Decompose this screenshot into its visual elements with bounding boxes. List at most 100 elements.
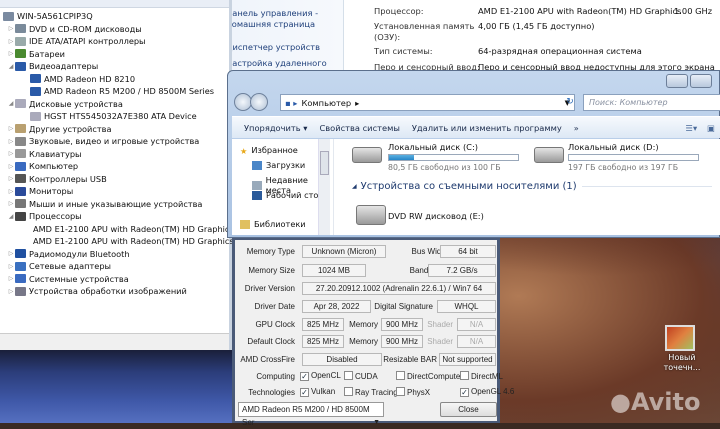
nav-libraries[interactable]: Библиотеки [240, 219, 306, 229]
address-bar[interactable]: ▪ ▸ Компьютер ▸ ▼ [280, 94, 575, 111]
expand-icon[interactable]: ▷ [7, 25, 15, 32]
checkbox-physx[interactable]: PhysX [396, 387, 430, 397]
organize-button[interactable]: Упорядочить ▾ [244, 123, 307, 133]
nav-favorites[interactable]: ★ Избранное [240, 145, 298, 156]
expand-icon[interactable]: ▷ [7, 275, 15, 282]
expand-icon[interactable]: ▷ [7, 263, 15, 270]
tree-node[interactable]: HGST HTS545032A7E380 ATA Device [0, 110, 229, 123]
expand-icon[interactable]: ▷ [7, 50, 15, 57]
checkbox-directcompute[interactable]: DirectCompute [396, 371, 460, 381]
shader-value: N/A [457, 318, 496, 331]
tree-node[interactable]: ▷ Звуковые, видео и игровые устройства [0, 135, 229, 148]
checkbox-box[interactable] [460, 371, 469, 380]
minimize-button[interactable] [666, 74, 688, 88]
checkbox-box[interactable]: ✓ [300, 388, 309, 397]
bitmap-file-icon[interactable] [665, 325, 695, 351]
tree-node[interactable]: AMD E1-2100 APU with Radeon(TM) HD Graph… [0, 223, 234, 236]
expand-icon[interactable]: ▷ [7, 163, 15, 170]
gpu-clock-label: GPU Clock [255, 320, 295, 329]
expand-icon[interactable]: ▷ [7, 188, 15, 195]
drive-usage-bar [388, 154, 519, 161]
tree-node[interactable]: ▷ Клавиатуры [0, 148, 229, 161]
expand-icon[interactable]: ▷ [7, 38, 15, 45]
tree-node[interactable]: ▷ Радиомодули Bluetooth [0, 248, 229, 261]
expand-icon[interactable]: ▷ [7, 250, 15, 257]
expand-icon[interactable]: ▷ [7, 175, 15, 182]
search-input[interactable]: Поиск: Компьютер [583, 94, 720, 111]
expand-icon[interactable]: ▷ [7, 138, 15, 145]
tree-node-label: Видеоадаптеры [29, 61, 99, 72]
tree-node[interactable]: ▷ Контроллеры USB [0, 173, 229, 186]
cpu-label: Процессор: [374, 6, 424, 16]
refresh-button[interactable]: ↻ [561, 94, 579, 111]
expand-icon[interactable]: ▷ [7, 125, 15, 132]
tree-node[interactable]: ▷ IDE ATA/ATAPI контроллеры [0, 35, 229, 48]
tree-node[interactable]: ▷ Другие устройства [0, 123, 229, 136]
nav-scrollbar[interactable] [318, 139, 330, 235]
dvd-drive[interactable]: DVD RW дисковод (E:) [388, 211, 484, 221]
removable-group-header[interactable]: ◢ Устройства со съемными носителями (1) [352, 181, 712, 192]
tree-node[interactable]: ▷ Сетевые адаптеры [0, 260, 229, 273]
drive-c[interactable]: Локальный диск (C:) 80,5 ГБ свободно из … [388, 142, 519, 172]
checkbox-box[interactable]: ✓ [300, 372, 309, 381]
nav-desktop[interactable]: Рабочий стол [252, 190, 324, 200]
more-commands-button[interactable]: » [574, 123, 579, 133]
tree-node[interactable]: ▷ Компьютер [0, 160, 229, 173]
explorer-content: ★ Избранное Загрузки Недавние места Рабоч… [232, 139, 720, 235]
expand-icon[interactable]: ▷ [7, 288, 15, 295]
expand-icon[interactable]: ◢ [7, 100, 15, 107]
tree-node[interactable]: AMD E1-2100 APU with Radeon(TM) HD Graph… [0, 235, 234, 248]
preview-pane-icon[interactable]: ▣ [707, 123, 715, 133]
tree-node[interactable]: ▷ Устройства обработки изображений [0, 285, 229, 298]
default-shader-value: N/A [457, 335, 496, 348]
checkbox-vulkan[interactable]: ✓ Vulkan [300, 387, 335, 397]
device-manager-link[interactable]: Диспетчер устройств [226, 42, 320, 53]
maximize-button[interactable] [690, 74, 712, 88]
expand-icon[interactable]: ▷ [7, 200, 15, 207]
tree-node[interactable]: ◢ Дисковые устройства [0, 98, 229, 111]
tree-node[interactable]: AMD Radeon HD 8210 [0, 73, 229, 86]
remote-settings-link[interactable]: Настройка удаленного [226, 58, 327, 69]
tree-root[interactable]: WIN-5A561CPIP3Q [0, 10, 229, 23]
checkbox-directml[interactable]: DirectML [460, 371, 503, 381]
tree-node-label: AMD E1-2100 APU with Radeon(TM) HD Graph… [33, 223, 234, 234]
drive-d[interactable]: Локальный диск (D:) 197 ГБ свободно из 1… [568, 142, 699, 172]
device-icon [15, 199, 26, 209]
uninstall-program-button[interactable]: Удалить или изменить программу [412, 123, 562, 133]
tree-node-label: Мониторы [29, 186, 74, 197]
device-manager-window: WIN-5A561CPIP3Q ▷ DVD и CD-ROM дисководы ▷… [0, 0, 234, 350]
gpu-select[interactable]: AMD Radeon R5 M200 / HD 8500M Ser ▼ [238, 402, 384, 427]
expand-icon[interactable]: ◢ [7, 213, 15, 220]
tree-node[interactable]: ▷ Мониторы [0, 185, 229, 198]
scrollbar-thumb[interactable] [320, 151, 329, 175]
tree-node[interactable]: ▷ Мыши и иные указывающие устройства [0, 198, 229, 211]
system-properties-button[interactable]: Свойства системы [319, 123, 399, 133]
checkbox-cuda[interactable]: CUDA [344, 371, 378, 381]
recent-places-icon [252, 180, 262, 190]
close-button[interactable]: Close [440, 402, 497, 417]
tree-node[interactable]: ◢ Видеоадаптеры [0, 60, 229, 73]
desktop-icon-label[interactable]: Новый точечн... [660, 353, 704, 373]
expand-icon[interactable]: ▷ [7, 150, 15, 157]
checkbox-box[interactable] [396, 371, 405, 380]
checkbox-box[interactable]: ✓ [460, 388, 469, 397]
control-panel-home-link[interactable]: Панель управления - домашняя страница [226, 8, 318, 30]
expand-icon[interactable]: ◢ [7, 63, 15, 70]
tree-node[interactable]: ◢ Процессоры [0, 210, 229, 223]
forward-button[interactable] [250, 93, 268, 111]
nav-downloads[interactable]: Загрузки [252, 160, 305, 170]
checkbox-box[interactable] [344, 371, 353, 380]
checkbox-box[interactable] [344, 387, 353, 396]
checkbox-label: OpenCL [311, 371, 341, 380]
checkbox-ray-tracing[interactable]: Ray Tracing [344, 387, 398, 397]
tree-node[interactable]: AMD Radeon R5 M200 / HD 8500M Series [0, 85, 229, 98]
ram-label-2: (ОЗУ): [374, 32, 401, 42]
tree-node[interactable]: ▷ Батареи [0, 48, 229, 61]
checkbox-box[interactable] [396, 387, 405, 396]
checkbox-opengl-4-6[interactable]: ✓ OpenGL 4.6 [460, 387, 514, 397]
tree-node[interactable]: ▷ DVD и CD-ROM дисководы [0, 23, 229, 36]
view-options-icon[interactable]: ☰▾ [686, 123, 698, 133]
drive-d-icon [534, 147, 564, 163]
checkbox-opencl[interactable]: ✓ OpenCL [300, 371, 341, 381]
tree-node[interactable]: ▷ Системные устройства [0, 273, 229, 286]
